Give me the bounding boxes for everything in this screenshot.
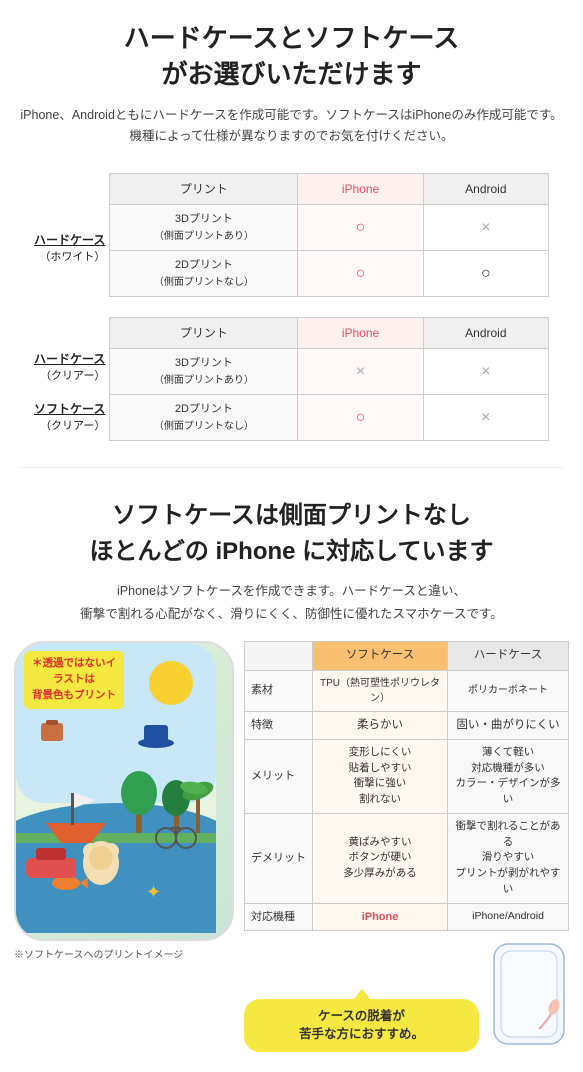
table-row: 2Dプリント（側面プリントなし） ○ × (110, 395, 549, 441)
table2-hard-devices: iPhone/Android (448, 903, 569, 931)
table1-row1-iphone: ○ (298, 205, 423, 251)
table2-label-demerit: デメリット (245, 813, 313, 903)
phone-image: ✦ ＊透過ではないイラストは 背景色もプリント (14, 641, 234, 941)
table2-soft-devices: iPhone (313, 903, 448, 931)
table2-row2-print: 2Dプリント（側面プリントなし） (110, 395, 298, 441)
table1-block: ハードケース （ホワイト） プリント iPhone Android 3Dプリント… (14, 173, 569, 297)
bottom-section: ソフトケースは側面プリントなし ほとんどの iPhone に対応しています iP… (0, 488, 583, 625)
table2: プリント iPhone Android 3Dプリント（側面プリントあり） × ×… (109, 317, 549, 441)
content-area: ✦ ＊透過ではないイラストは 背景色もプリント ※ソフトケースへのプリントイメー… (0, 641, 583, 1052)
table2-label-material: 素材 (245, 670, 313, 711)
phone-image-area: ✦ ＊透過ではないイラストは 背景色もプリント ※ソフトケースへのプリントイメー… (14, 641, 234, 961)
speech-bubble: ケースの脱着が 苦手な方におすすめ。 (244, 999, 479, 1053)
table-row: 2Dプリント（側面プリントなし） ○ ○ (110, 251, 549, 297)
table1-col-iphone: iPhone (298, 174, 423, 205)
table2-empty-header (245, 642, 313, 670)
table2-block: ハードケース （クリアー） ソフトケース （クリアー） プリント iPhone … (14, 317, 569, 441)
table2-col-print: プリント (110, 318, 298, 349)
table2-soft-merit: 変形しにくい 貼着しやすい 衝撃に強い 割れない (313, 739, 448, 813)
top-section: ハードケースとソフトケース がお選びいただけます iPhone、Androidと… (0, 0, 583, 173)
table2-hard-merit: 薄くて軽い 対応機種が多い カラー・デザインが多い (448, 739, 569, 813)
table2-label-devices: 対応機種 (245, 903, 313, 931)
table2-row-labels: ハードケース （クリアー） ソフトケース （クリアー） (34, 317, 109, 441)
table2-hard-demerit: 衝撃で割れることがある 滑りやすい プリントが剥がれやすい (448, 813, 569, 903)
speech-bubble-area: ケースの脱着が 苦手な方におすすめ。 (244, 987, 479, 1053)
table1-row2-iphone: ○ (298, 251, 423, 297)
table2-row1-print: 3Dプリント（側面プリントあり） (110, 349, 298, 395)
table-row: デメリット 黄ばみやすい ボタンが硬い 多少厚みがある 衝撃で割れることがある … (245, 813, 569, 903)
table1-row-label-1: ハードケース （ホワイト） (34, 173, 105, 297)
table2-label-merit: メリット (245, 739, 313, 813)
table2-row1-android: × (423, 349, 548, 395)
phone-sticker: ＊透過ではないイラストは 背景色もプリント (24, 651, 124, 708)
bottom-title: ソフトケースは側面プリントなし ほとんどの iPhone に対応しています (20, 498, 563, 570)
table2-row2-android: × (423, 395, 548, 441)
clear-case-area (489, 939, 569, 1052)
table-row: 特徴 柔らかい 固い・曲がりにくい (245, 711, 569, 739)
table2-hard-feature: 固い・曲がりにくい (448, 711, 569, 739)
comparison-table2-wrap: ソフトケース ハードケース 素材 TPU（熱可塑性ポリウレタン） ポリカーボネー… (244, 641, 569, 1052)
comparison-table2: ソフトケース ハードケース 素材 TPU（熱可塑性ポリウレタン） ポリカーボネー… (244, 641, 569, 931)
table1: プリント iPhone Android 3Dプリント（側面プリントあり） ○ ×… (109, 173, 549, 297)
svg-text:✦: ✦ (146, 882, 161, 902)
page-container: ハードケースとソフトケース がお選びいただけます iPhone、Androidと… (0, 0, 583, 1072)
table1-row1-android: × (423, 205, 548, 251)
bottom-subtitle: iPhoneはソフトケースを作成できます。ハードケースと違い、 衝撃で割れる心配… (20, 580, 563, 625)
table1-col-android: Android (423, 174, 548, 205)
table1-row2-print: 2Dプリント（側面プリントなし） (110, 251, 298, 297)
table1-row-labels: ハードケース （ホワイト） (34, 173, 109, 297)
clear-case-svg (489, 939, 569, 1049)
table1-section: ハードケース （ホワイト） プリント iPhone Android 3Dプリント… (0, 173, 583, 441)
table-row: 3Dプリント（側面プリントあり） ○ × (110, 205, 549, 251)
table2-hard-material: ポリカーボネート (448, 670, 569, 711)
table2-soft-feature: 柔らかい (313, 711, 448, 739)
table2-row-label-2: ソフトケース （クリアー） (34, 391, 105, 441)
table1-col-print: プリント (110, 174, 298, 205)
phone-note: ※ソフトケースへのプリントイメージ (14, 946, 234, 961)
table2-hard-header: ハードケース (448, 642, 569, 670)
table2-row1-iphone: × (298, 349, 423, 395)
table-row: 対応機種 iPhone iPhone/Android (245, 903, 569, 931)
table-row: 素材 TPU（熱可塑性ポリウレタン） ポリカーボネート (245, 670, 569, 711)
table2-soft-header: ソフトケース (313, 642, 448, 670)
table1-row2-android: ○ (423, 251, 548, 297)
top-subtitle: iPhone、Androidともにハードケースを作成可能です。ソフトケースはiP… (20, 105, 563, 148)
table-row: メリット 変形しにくい 貼着しやすい 衝撃に強い 割れない 薄くて軽い 対応機種… (245, 739, 569, 813)
main-title: ハードケースとソフトケース がお選びいただけます (20, 20, 563, 93)
table2-soft-material: TPU（熱可塑性ポリウレタン） (313, 670, 448, 711)
bottom-extras: ケースの脱着が 苦手な方におすすめ。 (244, 939, 569, 1052)
table2-col-iphone: iPhone (298, 318, 423, 349)
table2-soft-demerit: 黄ばみやすい ボタンが硬い 多少厚みがある (313, 813, 448, 903)
table2-label-feature: 特徴 (245, 711, 313, 739)
table1-row1-print: 3Dプリント（側面プリントあり） (110, 205, 298, 251)
table2-row2-iphone: ○ (298, 395, 423, 441)
table2-row-label-1: ハードケース （クリアー） (34, 317, 105, 391)
table-row: 3Dプリント（側面プリントあり） × × (110, 349, 549, 395)
table2-col-android: Android (423, 318, 548, 349)
